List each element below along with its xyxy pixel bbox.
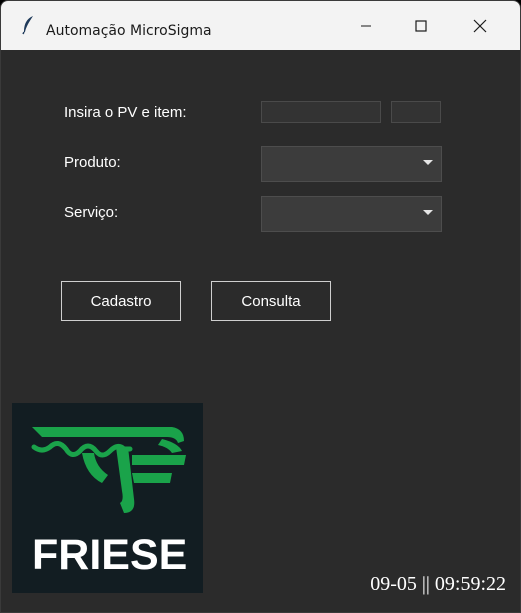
title-bar[interactable]: Automação MicroSigma — [1, 1, 520, 50]
chevron-down-icon[interactable] — [423, 210, 433, 215]
consulta-button[interactable]: Consulta — [211, 281, 331, 321]
pv-item-label: Insira o PV e item: — [64, 104, 187, 121]
friese-emblem-icon — [31, 427, 186, 513]
window-title: Automação MicroSigma — [46, 23, 212, 39]
pv-input[interactable] — [261, 101, 381, 123]
close-icon[interactable] — [470, 16, 490, 36]
clock-display: 09-05 || 09:59:22 — [370, 573, 506, 595]
maximize-icon[interactable] — [411, 16, 431, 36]
produto-label: Produto: — [64, 154, 121, 171]
chevron-down-icon[interactable] — [423, 160, 433, 165]
servico-label: Serviço: — [64, 204, 119, 221]
main-content: Insira o PV e item: Produto: Serviço: Ca… — [1, 50, 520, 612]
item-input[interactable] — [391, 101, 441, 123]
minimize-icon[interactable] — [356, 16, 376, 36]
cadastro-button[interactable]: Cadastro — [61, 281, 181, 321]
servico-select[interactable] — [261, 196, 442, 232]
produto-select[interactable] — [261, 146, 442, 182]
logo-text: FRIESE — [32, 531, 188, 579]
friese-logo: FRIESE — [12, 403, 203, 593]
feather-icon — [22, 16, 33, 35]
app-window: Automação MicroSigma Insira o PV e item:… — [0, 0, 521, 613]
